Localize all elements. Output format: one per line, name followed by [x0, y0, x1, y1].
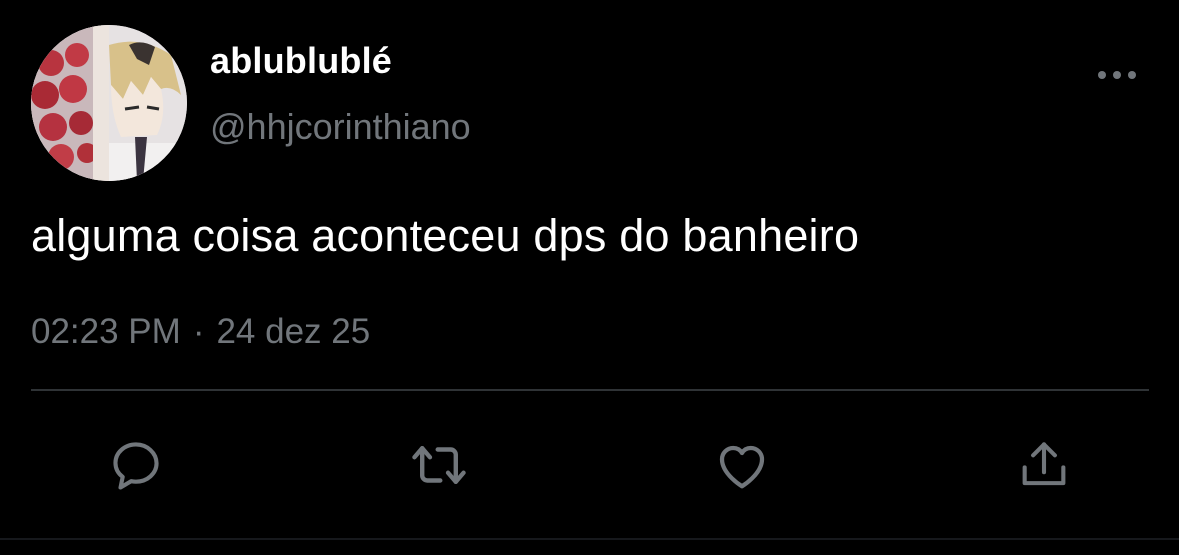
reply-button[interactable] — [101, 430, 171, 500]
avatar-image — [31, 25, 187, 181]
tweet-text: alguma coisa aconteceu dps do banheiro — [31, 210, 860, 261]
bottom-divider — [0, 538, 1179, 540]
action-bar — [0, 430, 1179, 500]
tweet-time: 02:23 PM — [31, 312, 181, 351]
share-icon — [1022, 442, 1066, 486]
user-handle[interactable]: @hhjcorinthiano — [210, 106, 471, 148]
share-button[interactable] — [1009, 430, 1079, 500]
retweet-button[interactable] — [404, 430, 474, 500]
like-button[interactable] — [707, 430, 777, 500]
reply-icon — [113, 442, 159, 490]
avatar[interactable] — [31, 25, 187, 181]
retweet-icon — [412, 446, 466, 484]
meta-separator: · — [192, 312, 205, 351]
more-options-icon — [1098, 71, 1136, 79]
divider — [31, 389, 1149, 391]
display-name[interactable]: ablublublé — [210, 40, 392, 82]
tweet-date: 24 dez 25 — [216, 312, 371, 351]
like-icon — [719, 445, 765, 489]
tweet-card: ablublublé @hhjcorinthiano alguma coisa … — [0, 0, 1179, 555]
more-options-button[interactable] — [1092, 60, 1142, 90]
tweet-timestamp[interactable]: 02:23 PM · 24 dez 25 — [31, 312, 370, 352]
